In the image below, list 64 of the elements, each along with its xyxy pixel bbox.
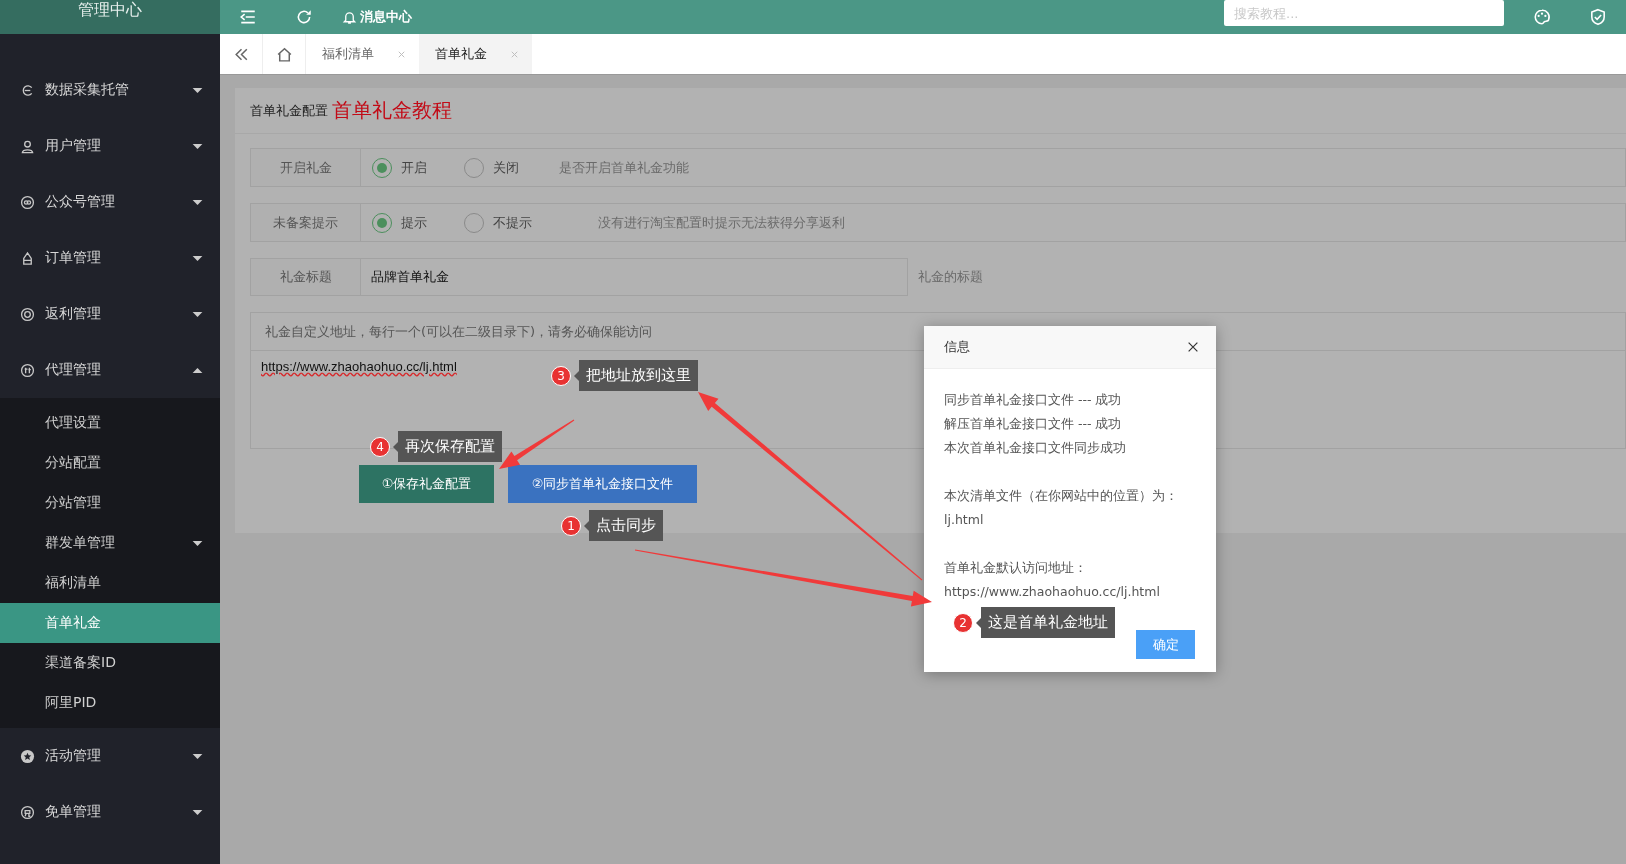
notification-label: 消息中心 [360, 8, 412, 26]
field-hint: 没有进行淘宝配置时提示无法获得分享返利 [598, 213, 845, 232]
message-line: lj.html [944, 511, 985, 529]
menu-icon [239, 8, 257, 26]
radio-option[interactable]: 关闭 [464, 157, 556, 178]
app-title: 管理中心 [0, 0, 220, 34]
radio-label: 关闭 [493, 158, 519, 177]
message-line: 解压首单礼金接口文件 --- 成功 [944, 415, 1123, 433]
nav-subitem[interactable]: 分站配置 [0, 443, 220, 483]
nav-item[interactable]: 订单管理 [0, 230, 220, 286]
field-hint: 礼金的标题 [918, 268, 983, 286]
radio-label: 开启 [401, 158, 427, 177]
message-line: 同步首单礼金接口文件 --- 成功 [944, 391, 1123, 409]
nav-subitem[interactable]: 渠道备案ID [0, 643, 220, 683]
nav-item[interactable]: 返利管理 [0, 286, 220, 342]
nav-item[interactable]: 公众号管理 [0, 174, 220, 230]
page-title: 首单礼金教程 [332, 97, 452, 124]
text-field[interactable]: 品牌首单礼金 [360, 258, 908, 296]
radio-option[interactable]: 开启 [372, 157, 464, 178]
tab[interactable]: 福利清单 [306, 34, 419, 74]
circle-badge-icon [20, 804, 35, 820]
save-button[interactable]: ①保存礼金配置 [359, 465, 494, 503]
dialog-title: 信息 [944, 338, 970, 356]
callout-tooltip: 1 点击同步 [561, 510, 663, 541]
star-badge-icon [20, 748, 35, 764]
callout-tooltip: 4 再次保存配置 [370, 431, 502, 462]
callout-tooltip: 2 这是首单礼金地址 [953, 607, 1115, 638]
nav-subitem[interactable]: 阿里PID [0, 683, 220, 723]
circle-badge-icon [20, 306, 35, 322]
nav-subitem[interactable]: 福利清单 [0, 563, 220, 603]
palette-icon [1533, 8, 1551, 26]
sync-button[interactable]: ②同步首单礼金接口文件 [508, 465, 697, 503]
message-line: 首单礼金默认访问地址： [944, 559, 1088, 577]
tab[interactable]: 首单礼金 [419, 34, 532, 74]
refresh-icon [295, 8, 313, 26]
circle-badge-icon [20, 362, 35, 378]
message-line: 本次首单礼金接口文件同步成功 [944, 439, 1127, 457]
nav-subitem[interactable]: 分站管理 [0, 483, 220, 523]
nav-subitem[interactable]: 首单礼金 [0, 603, 220, 643]
bell-icon [342, 9, 357, 25]
section-label: 首单礼金配置 [250, 101, 328, 120]
circle-badge-icon [20, 194, 35, 210]
callout-tooltip: 3 把地址放到这里 [551, 360, 698, 391]
user-icon [20, 138, 35, 154]
nav-item[interactable]: 数据采集托管 [0, 62, 220, 118]
message-line: https://www.zhaohaohuo.cc/lj.html [944, 583, 1161, 601]
field-hint: 是否开启首单礼金功能 [559, 158, 689, 177]
radio-option[interactable]: 提示 [372, 212, 464, 233]
nav-item[interactable]: 活动管理 [0, 728, 220, 784]
radio-label: 不提示 [493, 213, 532, 232]
nav-item[interactable]: 免单管理 [0, 784, 220, 840]
home-icon [275, 45, 293, 63]
close-icon [1186, 340, 1200, 354]
nav-subitem[interactable]: 群发单管理 [0, 523, 220, 563]
nav-subitem[interactable]: 代理设置 [0, 403, 220, 443]
field-label: 礼金标题 [250, 258, 360, 296]
nav-item[interactable]: 用户管理 [0, 118, 220, 174]
radio-label: 提示 [401, 213, 427, 232]
radio-option[interactable]: 不提示 [464, 212, 556, 233]
stamp-icon [20, 250, 35, 266]
field-value: https://www.zhaohaohuo.cc/lj.html [261, 359, 457, 374]
shield-check-icon [1589, 8, 1607, 26]
nav-item[interactable]: 代理管理 [0, 342, 220, 398]
message-line: 本次清单文件（在你网站中的位置）为： [944, 487, 1179, 505]
